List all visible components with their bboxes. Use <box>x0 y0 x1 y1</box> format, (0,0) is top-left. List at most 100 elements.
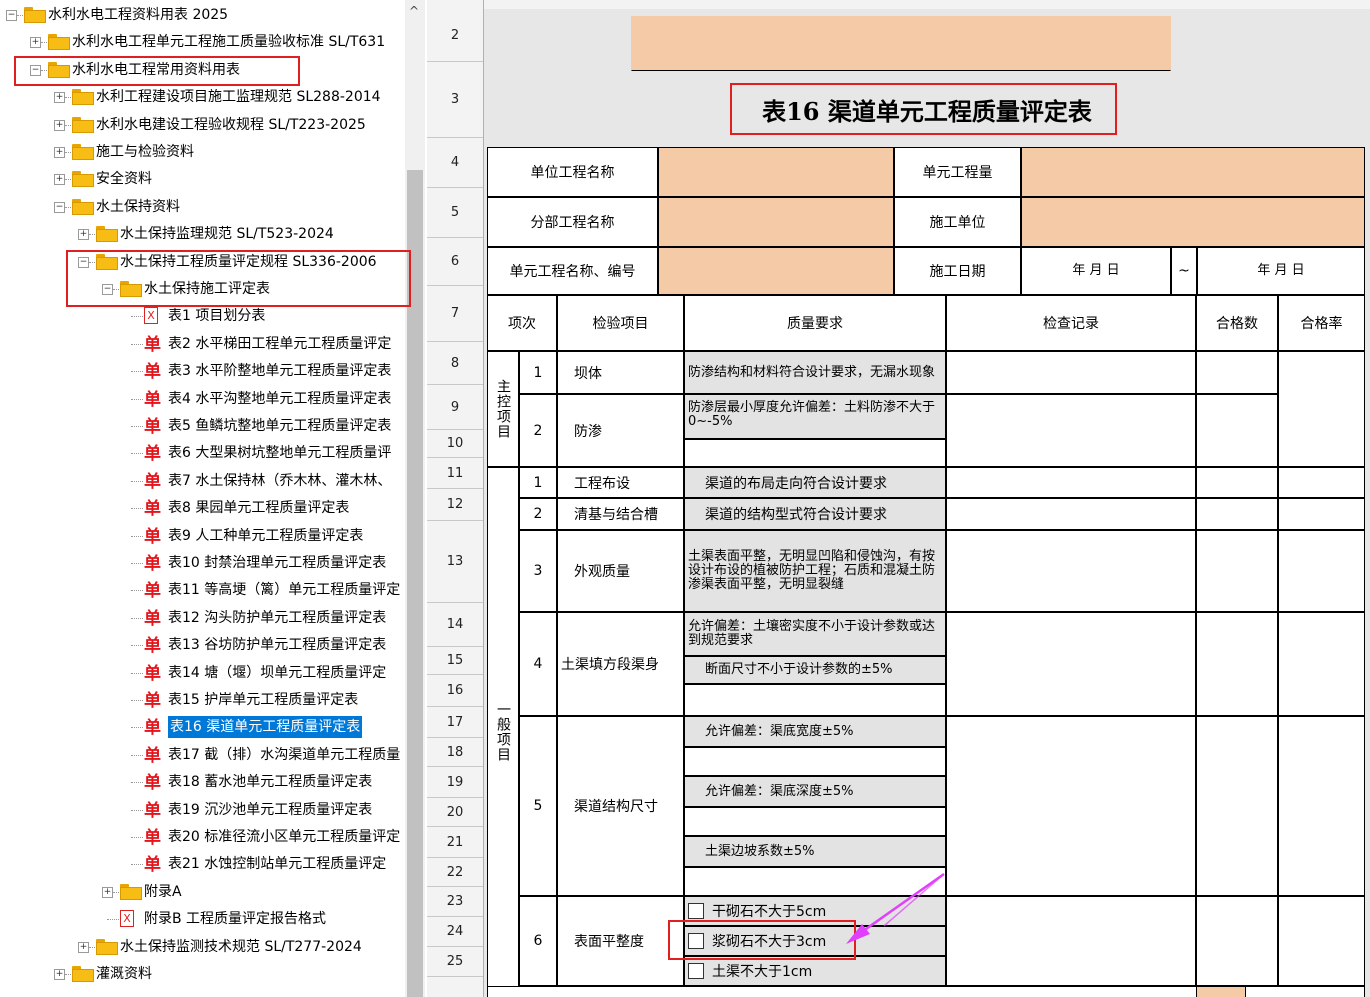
tree-item[interactable]: − 水利水电工程常用资料用表 <box>0 59 405 81</box>
g3-record[interactable] <box>946 530 1196 612</box>
tree-item[interactable]: 单表18 蓄水池单元工程质量评定表 <box>0 771 405 793</box>
tree-item-label[interactable]: 附录B 工程质量评定报告格式 <box>144 908 326 930</box>
r2-count[interactable] <box>1196 394 1278 467</box>
row-number[interactable]: 5 <box>427 188 483 238</box>
tree-item-label[interactable]: 表13 谷坊防护单元工程质量评定表 <box>168 634 386 656</box>
collapse-icon[interactable]: − <box>78 256 89 268</box>
tree-item[interactable]: + 水土保持监理规范 SL/T523-2024 <box>0 223 405 245</box>
tree-item[interactable]: 单表20 标准径流小区单元工程质量评定 <box>0 826 405 848</box>
tree-item[interactable]: 单表5 鱼鳞坑整地单元工程质量评定表 <box>0 415 405 437</box>
tree-item-label[interactable]: 安全资料 <box>96 168 152 190</box>
tree-item[interactable]: + 水利工程建设项目施工监理规范 SL288-2014 <box>0 86 405 108</box>
input-unit-project-name[interactable] <box>658 147 894 197</box>
g4-rate[interactable] <box>1278 612 1365 716</box>
expand-icon[interactable]: + <box>30 37 41 49</box>
tree-item-label[interactable]: 水利工程建设项目施工监理规范 SL288-2014 <box>96 86 381 108</box>
g1-rate[interactable] <box>1278 467 1365 498</box>
g5-requirement-2-extra[interactable] <box>684 807 946 836</box>
tree-scrollbar[interactable]: ^ <box>405 0 425 997</box>
tree-item-label[interactable]: 表8 果园单元工程质量评定表 <box>168 497 349 519</box>
r1-count[interactable] <box>1196 351 1278 394</box>
expand-icon[interactable]: + <box>78 229 89 241</box>
tree-item-label[interactable]: 施工与检验资料 <box>96 141 194 163</box>
g3-rate[interactable] <box>1278 530 1365 612</box>
g4-record[interactable] <box>946 612 1196 716</box>
tree-item-label[interactable]: 水土保持施工评定表 <box>144 278 270 300</box>
collapse-icon[interactable]: − <box>102 284 113 295</box>
g6-option-3[interactable]: 土渠不大于1cm <box>684 956 946 986</box>
tree-item[interactable]: + 水利水电建设工程验收规程 SL/T223-2025 <box>0 114 405 136</box>
row-number[interactable]: 2 <box>427 9 483 62</box>
tree-item-label[interactable]: 表19 沉沙池单元工程质量评定表 <box>168 799 372 821</box>
row-number[interactable]: 16 <box>427 675 483 707</box>
checkbox-icon[interactable] <box>688 963 704 979</box>
tree-item[interactable]: + 水利水电工程单元工程施工质量验收标准 SL/T631 <box>0 31 405 53</box>
tree-item[interactable]: 单表21 水蚀控制站单元工程质量评定 <box>0 853 405 875</box>
tree-item[interactable]: X 附录B 工程质量评定报告格式 <box>0 908 405 930</box>
row-number[interactable]: 18 <box>427 738 483 767</box>
tree-item[interactable]: − 水土保持资料 <box>0 196 405 218</box>
row-number[interactable]: 17 <box>427 707 483 738</box>
main-rate[interactable] <box>1278 351 1365 467</box>
tree-item[interactable]: + 施工与检验资料 <box>0 141 405 163</box>
tree-item-label[interactable]: 表16 渠道单元工程质量评定表 <box>168 716 363 739</box>
row-number[interactable]: 25 <box>427 947 483 977</box>
title-peach-cell[interactable] <box>631 16 1171 71</box>
tree-item-label[interactable]: 表11 等高埂（篱）单元工程质量评定 <box>168 579 400 601</box>
tree-item-label[interactable]: 表17 截（排）水沟渠道单元工程质量 <box>168 744 400 766</box>
tree-item[interactable]: − 水土保持工程质量评定规程 SL336-2006 <box>0 251 405 273</box>
row-number[interactable]: 6 <box>427 238 483 286</box>
tree-item-label[interactable]: 水土保持监测技术规范 SL/T277-2024 <box>120 936 362 958</box>
tree-item[interactable]: 单表3 水平阶整地单元工程质量评定表 <box>0 360 405 382</box>
tree-item-label[interactable]: 表15 护岸单元工程质量评定表 <box>168 689 358 711</box>
g6-rate[interactable] <box>1278 896 1365 986</box>
tree-item-label[interactable]: 表6 大型果树坑整地单元工程质量评 <box>168 442 391 464</box>
tree-item[interactable]: 单表17 截（排）水沟渠道单元工程质量 <box>0 744 405 766</box>
tree-item-label[interactable]: 灌溉资料 <box>96 963 152 985</box>
tree-item-label[interactable]: 水利水电工程单元工程施工质量验收标准 SL/T631 <box>72 31 385 53</box>
tree-item[interactable]: 单表6 大型果树坑整地单元工程质量评 <box>0 442 405 464</box>
tree-item-label[interactable]: 水土保持资料 <box>96 196 180 218</box>
checkbox-icon[interactable] <box>688 933 704 949</box>
row-number[interactable]: 3 <box>427 62 483 138</box>
next-row-peach-cell[interactable] <box>1196 986 1246 997</box>
date-end[interactable]: 年 月 日 <box>1197 247 1365 295</box>
checkbox-icon[interactable] <box>688 903 704 919</box>
input-sub-project-name[interactable] <box>658 197 894 247</box>
tree-item-label[interactable]: 表10 封禁治理单元工程质量评定表 <box>168 552 386 574</box>
g2-record[interactable] <box>946 498 1196 530</box>
input-construction-unit[interactable] <box>1021 197 1365 247</box>
tree-item-label[interactable]: 表18 蓄水池单元工程质量评定表 <box>168 771 372 793</box>
row-number[interactable]: 24 <box>427 917 483 947</box>
row-number[interactable]: 13 <box>427 521 483 603</box>
tree-item-label[interactable]: 附录A <box>144 881 182 903</box>
tree-item[interactable]: 单表13 谷坊防护单元工程质量评定表 <box>0 634 405 656</box>
collapse-icon[interactable]: − <box>30 64 41 76</box>
g6-record[interactable] <box>946 896 1196 986</box>
tree-item-label[interactable]: 表2 水平梯田工程单元工程质量评定 <box>168 333 391 355</box>
g1-count[interactable] <box>1196 467 1278 498</box>
tree-item[interactable]: 单表2 水平梯田工程单元工程质量评定 <box>0 333 405 355</box>
collapse-icon[interactable]: − <box>54 201 65 213</box>
g2-count[interactable] <box>1196 498 1278 530</box>
g4-requirement-extra[interactable] <box>684 684 946 716</box>
tree-item[interactable]: 单表14 塘（堰）坝单元工程质量评定 <box>0 662 405 684</box>
tree-item[interactable]: 单表15 护岸单元工程质量评定表 <box>0 689 405 711</box>
tree-item-label[interactable]: 水利水电工程资料用表 2025 <box>48 4 228 26</box>
collapse-icon[interactable]: − <box>6 10 17 21</box>
expand-icon[interactable]: + <box>78 941 89 953</box>
row-number[interactable]: 8 <box>427 342 483 385</box>
tree-item[interactable]: 单表9 人工种单元工程质量评定表 <box>0 525 405 547</box>
expand-icon[interactable]: + <box>54 119 65 131</box>
tree-item[interactable]: 单表7 水土保持林（乔木林、灌木林、 <box>0 470 405 492</box>
g6-count[interactable] <box>1196 896 1278 986</box>
expand-icon[interactable]: + <box>54 147 65 158</box>
tree-item[interactable]: 单表16 渠道单元工程质量评定表 <box>0 716 405 739</box>
tree-item-label[interactable]: 表3 水平阶整地单元工程质量评定表 <box>168 360 391 382</box>
tree-item[interactable]: + 灌溉资料 <box>0 963 405 985</box>
row-number[interactable]: 4 <box>427 138 483 188</box>
row-number[interactable]: 23 <box>427 887 483 917</box>
tree-item-label[interactable]: 水利水电工程常用资料用表 <box>72 59 240 81</box>
row-number[interactable]: 10 <box>427 430 483 458</box>
scroll-thumb[interactable] <box>407 170 423 997</box>
